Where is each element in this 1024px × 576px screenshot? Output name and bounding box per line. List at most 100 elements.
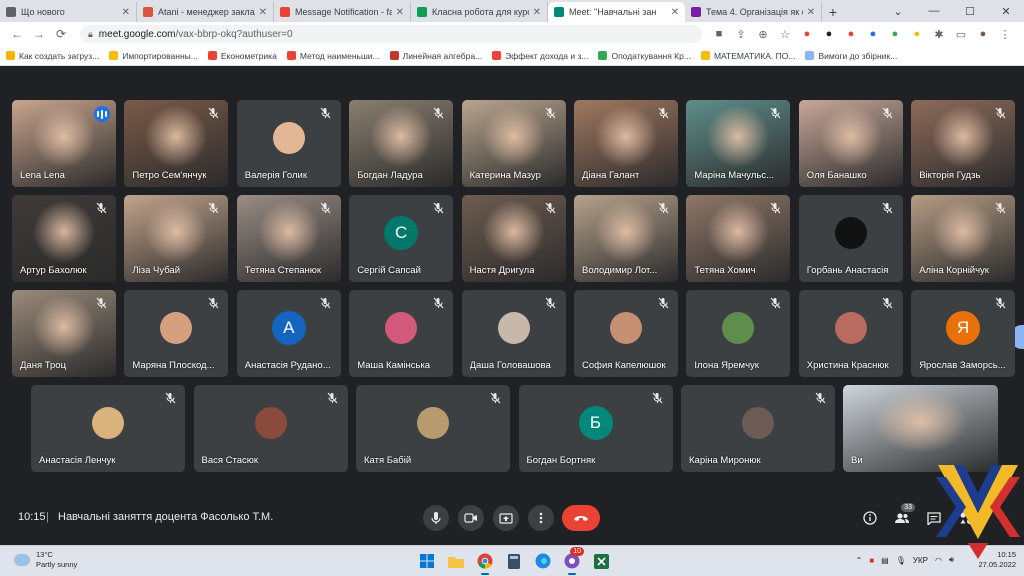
forward-icon[interactable]: → — [30, 27, 48, 41]
participant-tile[interactable]: Вася Стасюк — [193, 385, 348, 472]
tab-close-icon[interactable]: ✕ — [396, 7, 404, 18]
excel-icon[interactable] — [591, 551, 611, 571]
bookmark-item[interactable]: Економетрика — [207, 51, 277, 61]
browser-tab[interactable]: Message Notification - fan ✕ — [274, 2, 411, 22]
close-window-button[interactable]: ✕ — [988, 5, 1024, 18]
participant-tile[interactable]: С Сергій Сапсай — [349, 195, 454, 282]
menu-icon[interactable]: ⋮ — [994, 28, 1016, 41]
mic-off-icon — [768, 106, 782, 120]
browser-tab[interactable]: Що нового ✕ — [0, 2, 137, 22]
participant-tile[interactable]: Горбань Анастасія — [798, 195, 903, 282]
window-icon[interactable]: ▭ — [950, 28, 972, 41]
chrome-icon[interactable] — [475, 551, 495, 575]
tray-app-icon[interactable]: ▤ — [881, 556, 889, 565]
file-explorer-icon[interactable] — [446, 551, 466, 571]
viber-icon[interactable]: 10 — [562, 547, 584, 575]
participant-tile[interactable]: Вікторія Гудзь — [911, 100, 1016, 187]
minimize-button[interactable]: — — [916, 5, 952, 17]
bookmark-item[interactable]: Как создать загруз... — [6, 51, 99, 61]
participant-tile[interactable]: Анастасія Ленчук — [31, 385, 185, 472]
participant-tile[interactable]: Б Богдан Бортняк — [518, 385, 673, 472]
participant-tile[interactable]: Даня Троц — [12, 290, 116, 377]
bookmark-item[interactable]: МАТЕМАТИКА. ПО... — [700, 51, 795, 61]
tab-close-icon[interactable]: ✕ — [807, 7, 815, 18]
more-options-button[interactable] — [528, 505, 554, 531]
bookmark-item[interactable]: Метод наименьши... — [286, 51, 380, 61]
chevron-up-icon[interactable]: ⌃ — [856, 556, 863, 565]
participant-name: Lena Lena — [20, 170, 65, 181]
participant-tile[interactable]: Катерина Мазур — [461, 100, 566, 187]
participant-tile[interactable]: Ілона Яремчук — [686, 290, 791, 377]
tab-close-icon[interactable]: ✕ — [671, 7, 679, 18]
extension-icon[interactable]: ● — [906, 28, 928, 40]
tab-search-icon[interactable]: ⌄ — [880, 5, 916, 18]
reload-icon[interactable]: ⟳ — [52, 27, 70, 41]
language-indicator[interactable]: УКР — [913, 556, 928, 565]
microphone-tray-icon[interactable]: 🎙︎ — [896, 556, 906, 565]
camera-button[interactable] — [458, 505, 484, 531]
participant-tile[interactable]: Тетяна Степанюк — [236, 195, 341, 282]
url-input[interactable]: 🔒︎ meet.google.com/vax-bbrp-okq?authuser… — [80, 25, 702, 43]
participant-tile[interactable]: Маріна Мачульс... — [686, 100, 791, 187]
participant-tile[interactable]: Каріна Миронюк — [681, 385, 835, 472]
extension-icon[interactable]: ● — [818, 28, 840, 40]
browser-tab[interactable]: Тема 4. Організація як сис ✕ — [685, 2, 822, 22]
tab-close-icon[interactable]: ✕ — [122, 7, 130, 18]
mic-off-icon — [319, 106, 333, 120]
participant-tile[interactable]: Маша Камінська — [349, 290, 454, 377]
participant-tile[interactable]: Діана Галант — [574, 100, 678, 187]
bookmark-item[interactable]: Оподаткування Кр... — [598, 51, 691, 61]
bookmark-item[interactable]: Линейная алгебра... — [389, 51, 482, 61]
participant-tile[interactable]: Петро Сем'янчук — [124, 100, 229, 187]
participant-tile[interactable]: Lena Lena — [12, 100, 116, 187]
present-button[interactable] — [493, 505, 519, 531]
participant-tile[interactable]: Катя Бабій — [356, 385, 510, 472]
edge-icon[interactable] — [533, 551, 553, 571]
bookmark-item[interactable]: Вимоги до збірник... — [805, 51, 897, 61]
start-icon[interactable] — [417, 551, 437, 571]
participant-tile[interactable]: Настя Дригула — [461, 195, 566, 282]
participant-tile[interactable]: Володимир Лот... — [574, 195, 678, 282]
new-tab-button[interactable]: + — [822, 2, 844, 22]
participant-tile[interactable]: София Капелюшок — [574, 290, 678, 377]
participant-tile[interactable]: Оля Банашко — [798, 100, 903, 187]
extension-icon[interactable]: ● — [862, 28, 884, 40]
tray-app-icon[interactable]: ■ — [869, 556, 874, 565]
participant-tile[interactable]: Богдан Ладура — [349, 100, 454, 187]
profile-avatar[interactable]: ● — [972, 28, 994, 40]
bookmark-star-icon[interactable]: ☆ — [774, 28, 796, 41]
bookmark-item[interactable]: Импортированны... — [109, 51, 198, 61]
microphone-button[interactable] — [423, 505, 449, 531]
participant-tile[interactable]: Валерія Голик — [236, 100, 341, 187]
participant-tile[interactable]: Маряна Плоскод... — [124, 290, 229, 377]
participant-tile[interactable]: Христина Краснюк — [798, 290, 903, 377]
people-button[interactable]: 33 — [891, 503, 915, 529]
participant-tile[interactable]: А Анастасія Рудано... — [236, 290, 341, 377]
participant-tile[interactable]: Аліна Корнійчук — [911, 195, 1016, 282]
extension-icon[interactable]: ● — [884, 28, 906, 40]
extensions-puzzle-icon[interactable]: ✱ — [928, 28, 950, 41]
participant-tile[interactable]: Я Ярослав Заморсь... — [911, 290, 1016, 377]
bookmark-item[interactable]: Эффект дохода и з... — [492, 51, 588, 61]
back-icon[interactable]: ← — [8, 27, 26, 41]
participant-tile[interactable]: Артур Бахолюк — [12, 195, 116, 282]
participant-tile[interactable]: Ліза Чубай — [124, 195, 229, 282]
browser-tab[interactable]: Meet: "Навчальні зан ✕ — [548, 2, 685, 22]
leave-call-button[interactable] — [562, 505, 600, 531]
tab-close-icon[interactable]: ✕ — [533, 7, 541, 18]
weather-widget[interactable]: 13°C Partly sunny — [14, 550, 77, 570]
participant-tile[interactable]: Даша Головашова — [461, 290, 566, 377]
calculator-icon[interactable] — [504, 551, 524, 571]
avatar — [92, 407, 124, 440]
zoom-icon[interactable]: ⊕ — [752, 28, 774, 41]
browser-tab[interactable]: Класна робота для курсу ✕ — [411, 2, 548, 22]
meeting-details-button[interactable] — [859, 507, 881, 529]
share-icon[interactable]: ⇪ — [730, 28, 752, 41]
extension-icon[interactable]: ● — [840, 28, 862, 40]
browser-tab[interactable]: Atani - менеджер закладок ✕ — [137, 2, 274, 22]
extension-icon[interactable]: ● — [796, 28, 818, 40]
camera-indicator-icon[interactable]: ■ — [708, 28, 730, 40]
participant-tile[interactable]: Тетяна Хомич — [686, 195, 791, 282]
maximize-button[interactable]: ☐ — [952, 5, 988, 18]
tab-close-icon[interactable]: ✕ — [259, 7, 267, 18]
